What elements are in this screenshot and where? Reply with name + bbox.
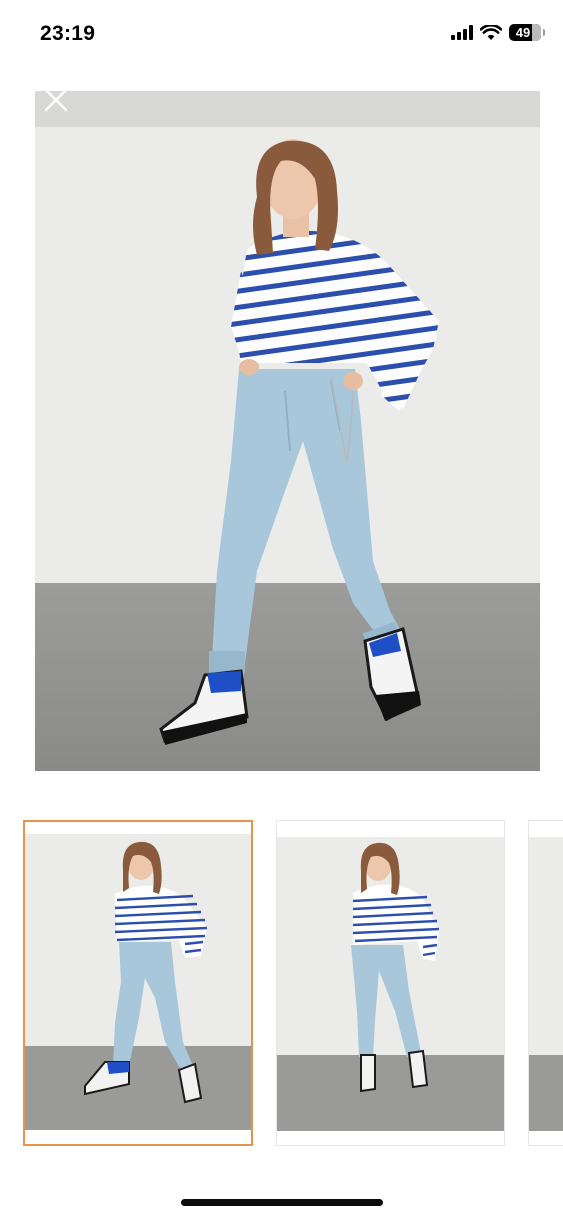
status-bar: 23:19 49: [0, 0, 563, 70]
battery-level: 49: [515, 25, 531, 40]
thumbnail-image-3: [529, 821, 563, 1145]
battery-icon: 49: [509, 24, 545, 41]
thumbnail-1[interactable]: [23, 820, 253, 1146]
status-icons: 49: [451, 24, 545, 41]
home-indicator[interactable]: [181, 1199, 383, 1206]
main-product-image[interactable]: [35, 91, 540, 771]
thumbnail-image-2: [277, 821, 504, 1145]
status-time: 23:19: [40, 22, 96, 45]
signal-icon: [451, 25, 473, 40]
thumbnail-image-1: [25, 822, 251, 1144]
close-button[interactable]: [42, 88, 72, 112]
wifi-icon: [480, 24, 502, 40]
thumbnail-strip[interactable]: [0, 820, 563, 1146]
model-photo: [35, 91, 540, 771]
thumbnail-3[interactable]: [528, 820, 563, 1146]
thumbnail-2[interactable]: [276, 820, 505, 1146]
close-icon: [44, 88, 68, 112]
